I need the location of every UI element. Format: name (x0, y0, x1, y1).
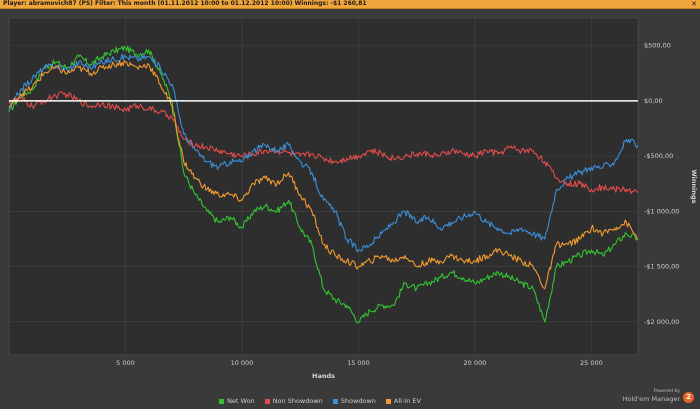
y-axis-ticks: $500,00 $0,00 -$500,00 -$1 000,00 -$1 500,00… (644, 42, 679, 326)
x-tick-label: 25 000 (580, 359, 603, 367)
branding: Powered by Hold'em Manager 2 (604, 389, 694, 405)
y-tick-label: -$500,00 (644, 152, 673, 160)
legend-label: All-In EV (393, 397, 421, 405)
x-axis-ticks: 5 000 10 000 15 000 20 000 25 000 (116, 359, 603, 367)
legend-label: Non Showdown (272, 397, 323, 405)
chart-legend: Net Won Non Showdown Showdown All-In EV (0, 395, 640, 407)
legend-label: Showdown (340, 397, 376, 405)
hem2-logo: 2 (683, 392, 694, 403)
legend-item[interactable]: All-In EV (385, 395, 421, 407)
y-tick-label: -$2 000,00 (644, 318, 679, 326)
powered-by-text: Powered by (653, 389, 680, 394)
y-axis-label: Winnings (690, 169, 698, 203)
legend-label: Net Won (227, 397, 255, 405)
brand-name: Hold'em Manager (622, 395, 680, 403)
winnings-chart: 5 000 10 000 15 000 20 000 25 000 $500,00 $0,… (8, 17, 698, 380)
x-axis-label: Hands (312, 372, 335, 380)
x-tick-label: 15 000 (347, 359, 370, 367)
legend-swatch (264, 398, 270, 404)
y-tick-label: $500,00 (644, 42, 671, 50)
legend-swatch (332, 398, 338, 404)
legend-item[interactable]: Non Showdown (264, 395, 323, 407)
title-bar: Player: abramovich87 (PS) Filter: This m… (0, 0, 700, 9)
legend-swatch (385, 398, 391, 404)
plot-area (8, 17, 639, 356)
y-tick-label: -$1 500,00 (644, 263, 679, 271)
y-tick-label: $0,00 (644, 97, 663, 105)
legend-swatch (219, 398, 225, 404)
x-tick-label: 10 000 (231, 359, 254, 367)
close-icon[interactable]: ✕ (690, 0, 698, 8)
x-tick-label: 20 000 (464, 359, 487, 367)
x-tick-label: 5 000 (116, 359, 135, 367)
legend-item[interactable]: Net Won (219, 395, 255, 407)
y-tick-label: -$1 000,00 (644, 207, 679, 215)
legend-item[interactable]: Showdown (332, 395, 376, 407)
player-filter-title: Player: abramovich87 (PS) Filter: This m… (3, 0, 367, 7)
